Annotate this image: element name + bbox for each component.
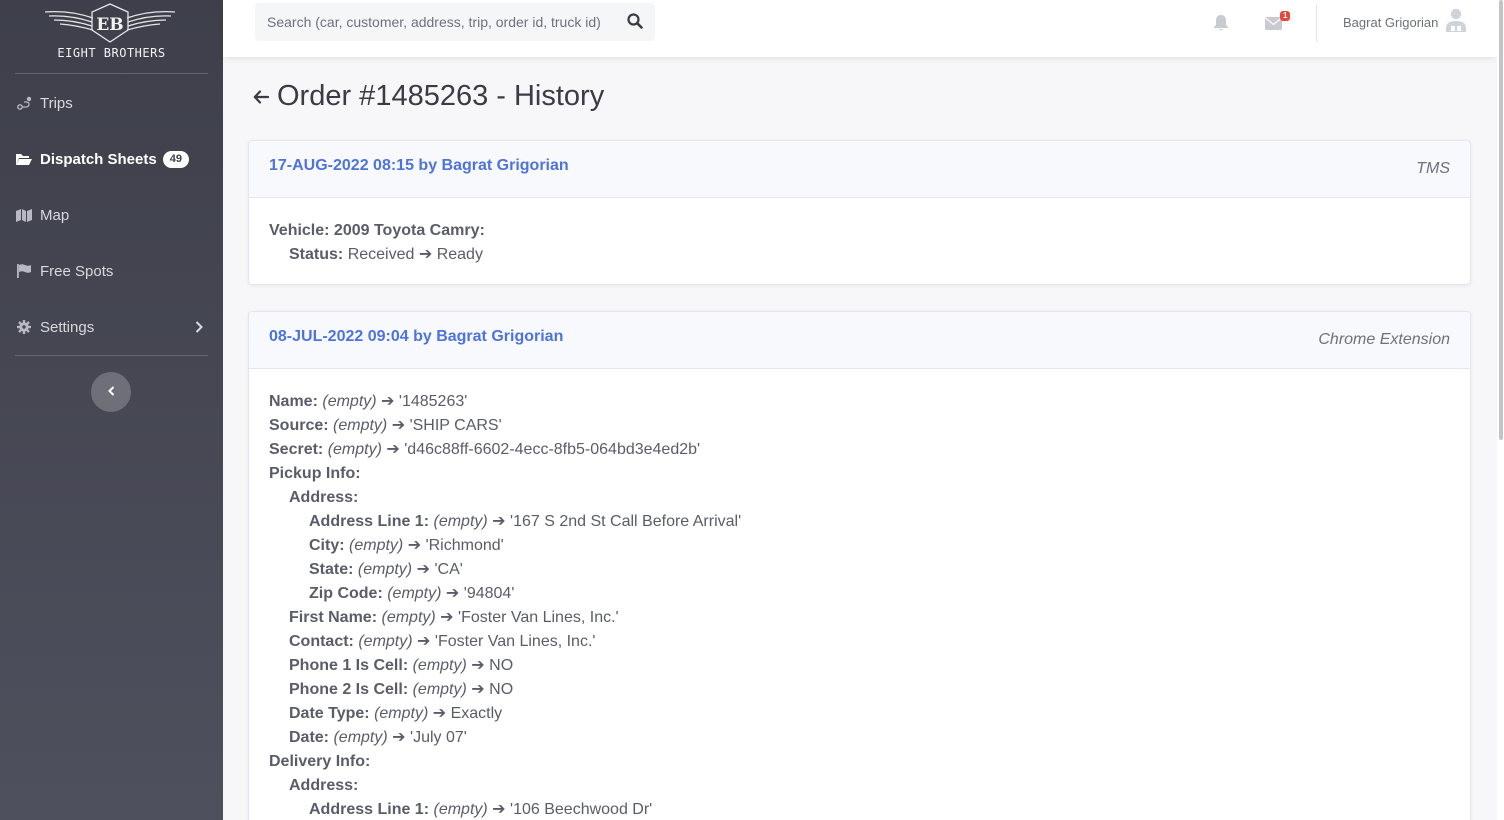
entry-source: TMS — [1416, 160, 1450, 177]
sidebar-item-trips[interactable]: Trips — [0, 83, 223, 123]
change-row: Address Line 1: (empty) ➔ '106 Beechwood… — [309, 801, 653, 818]
change-row: Zip Code: (empty) ➔ '94804' — [309, 585, 515, 602]
brand[interactable]: EB EIGHT BROTHERS — [15, 0, 208, 74]
search-box — [255, 3, 655, 41]
change-row: First Name: (empty) ➔ 'Foster Van Lines,… — [289, 609, 619, 626]
search-input[interactable] — [255, 3, 615, 41]
section-heading: Address: — [289, 489, 359, 506]
change-row: Date Type: (empty) ➔ Exactly — [289, 705, 503, 722]
sidebar-item-label: Dispatch Sheets — [40, 150, 157, 168]
topbar: 1 Bagrat Grigorian — [223, 0, 1497, 57]
history-entry-header: 17-AUG-2022 08:15 by Bagrat Grigorian TM… — [249, 141, 1470, 198]
history-entry-body: Vehicle: 2009 Toyota Camry: Status: Rece… — [249, 198, 1470, 277]
change-row: Name: (empty) ➔ '1485263' — [269, 393, 468, 410]
brand-logo: EB — [45, 3, 175, 43]
sidebar-item-free-spots[interactable]: Free Spots — [0, 251, 223, 291]
change-value: Received ➔ Ready — [347, 246, 483, 263]
change-row: State: (empty) ➔ 'CA' — [309, 561, 463, 578]
section-heading: Pickup Info: — [269, 465, 361, 482]
sidebar-divider — [15, 355, 208, 356]
change-key: Status: — [289, 246, 344, 263]
flag-icon — [16, 263, 32, 279]
back-arrow-icon[interactable] — [253, 89, 269, 104]
section-heading: Delivery Info: — [269, 753, 371, 770]
entry-timestamp-author[interactable]: 08-JUL-2022 09:04 by Bagrat Grigorian — [269, 328, 563, 346]
sidebar-item-map[interactable]: Map — [0, 195, 223, 235]
vehicle-line: Vehicle: 2009 Toyota Camry: — [269, 222, 485, 239]
page-title: Order #1485263 - History — [277, 80, 605, 112]
history-entry-card: 17-AUG-2022 08:15 by Bagrat Grigorian TM… — [248, 140, 1471, 285]
chevron-right-icon — [195, 320, 203, 337]
map-icon — [16, 207, 32, 223]
sidebar-collapse-button[interactable] — [91, 372, 131, 412]
sidebar-item-label: Free Spots — [40, 262, 114, 280]
user-menu[interactable]: Bagrat Grigorian — [1343, 8, 1467, 37]
user-avatar-icon — [1446, 8, 1467, 37]
mail-count-badge: 1 — [1280, 11, 1291, 21]
gear-icon — [16, 319, 32, 335]
dispatch-count-badge: 49 — [162, 150, 189, 168]
sidebar-item-label: Settings — [40, 318, 95, 336]
sidebar: EB EIGHT BROTHERS Trips Dispatch Sheets … — [0, 0, 223, 820]
entry-timestamp-author[interactable]: 17-AUG-2022 08:15 by Bagrat Grigorian — [269, 157, 569, 175]
change-row: Phone 2 Is Cell: (empty) ➔ NO — [289, 681, 514, 698]
change-row: Address Line 1: (empty) ➔ '167 S 2nd St … — [309, 513, 742, 530]
topbar-divider — [1316, 4, 1317, 42]
sidebar-item-label: Trips — [40, 94, 73, 112]
change-row: Contact: (empty) ➔ 'Foster Van Lines, In… — [289, 633, 596, 650]
sidebar-item-dispatch-sheets[interactable]: Dispatch Sheets 49 — [0, 139, 223, 179]
history-entry-header: 08-JUL-2022 09:04 by Bagrat Grigorian Ch… — [249, 312, 1470, 369]
envelope-icon[interactable]: 1 — [1265, 11, 1295, 34]
history-entry-body: Name: (empty) ➔ '1485263' Source: (empty… — [249, 369, 1470, 820]
user-name: Bagrat Grigorian — [1343, 14, 1439, 30]
sidebar-item-settings[interactable]: Settings — [0, 307, 223, 347]
folder-open-icon — [16, 151, 32, 167]
chevron-left-icon — [107, 383, 115, 401]
search-icon[interactable] — [627, 13, 645, 31]
bell-icon[interactable] — [1213, 14, 1231, 32]
change-row: Date: (empty) ➔ 'July 07' — [289, 729, 467, 746]
change-row: Secret: (empty) ➔ 'd46c88ff-6602-4ecc-8f… — [269, 441, 701, 458]
change-row: Source: (empty) ➔ 'SHIP CARS' — [269, 417, 502, 434]
brand-name: EIGHT BROTHERS — [57, 46, 166, 60]
sidebar-item-label: Map — [40, 206, 70, 224]
change-row: City: (empty) ➔ 'Richmond' — [309, 537, 504, 554]
entry-source: Chrome Extension — [1318, 331, 1450, 348]
history-entry-card: 08-JUL-2022 09:04 by Bagrat Grigorian Ch… — [248, 311, 1471, 820]
page-header: Order #1485263 - History — [253, 80, 604, 113]
scrollbar-thumb[interactable] — [1499, 0, 1503, 440]
route-icon — [16, 95, 32, 111]
section-heading: Address: — [289, 777, 359, 794]
svg-text:EB: EB — [96, 15, 123, 35]
change-row: Phone 1 Is Cell: (empty) ➔ NO — [289, 657, 514, 674]
